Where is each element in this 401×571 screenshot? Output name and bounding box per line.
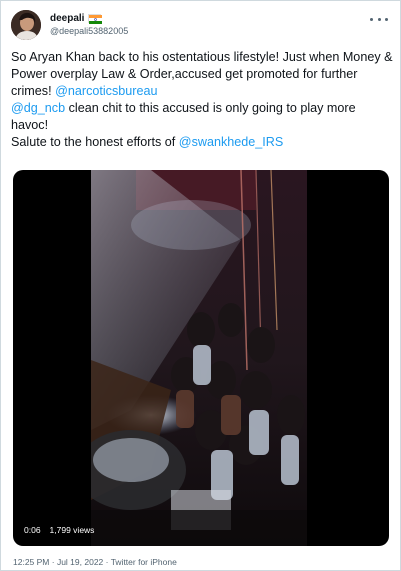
tweet-card: deepali @deepali53882005 So Aryan Khan b… (0, 0, 401, 571)
author-identity: deepali @deepali53882005 (50, 12, 128, 38)
video-stats: 0:06 1,799 views (21, 524, 94, 536)
mention-link[interactable]: @dg_ncb (11, 101, 65, 115)
video-view-count: 1,799 views (49, 525, 95, 535)
tweet-text: So Aryan Khan back to his ostentatious l… (11, 49, 393, 151)
tweet-header: deepali @deepali53882005 (11, 7, 390, 43)
video-duration: 0:06 (21, 524, 44, 536)
mention-link[interactable]: @swankhede_IRS (179, 135, 284, 149)
author-name[interactable]: deepali (50, 12, 84, 25)
footer-separator: · (103, 557, 111, 567)
tweet-source: Twitter for iPhone (110, 557, 177, 567)
tweet-date[interactable]: Jul 19, 2022 (57, 557, 103, 567)
avatar[interactable] (11, 10, 41, 40)
footer-separator: · (49, 557, 57, 567)
more-options-icon[interactable] (370, 13, 388, 25)
tweet-time[interactable]: 12:25 PM (13, 557, 49, 567)
india-flag-icon (88, 14, 103, 24)
tweet-footer: 12:25 PM · Jul 19, 2022 · Twitter for iP… (13, 557, 177, 567)
video-player[interactable]: 0:06 1,799 views (13, 170, 389, 546)
video-thumbnail[interactable] (91, 170, 307, 546)
author-handle[interactable]: @deepali53882005 (50, 25, 128, 38)
mention-link[interactable]: @narcoticsbureau (55, 84, 157, 98)
